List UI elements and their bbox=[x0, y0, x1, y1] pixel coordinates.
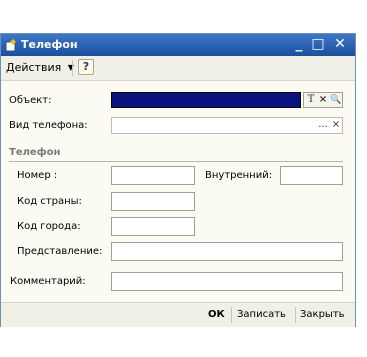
number-label: Номер : bbox=[17, 170, 58, 181]
phone-type-input[interactable]: ... × bbox=[111, 117, 343, 134]
city-code-input[interactable] bbox=[111, 217, 195, 236]
internal-input[interactable] bbox=[280, 166, 343, 185]
close-button[interactable]: Закрыть bbox=[300, 308, 345, 322]
comment-label: Комментарий: bbox=[10, 276, 86, 287]
internal-label: Внутренний: bbox=[205, 170, 273, 181]
title-bar[interactable]: Телефон _ □ ✕ bbox=[1, 34, 355, 56]
actions-menu[interactable]: Действия ▼ bbox=[6, 61, 74, 75]
object-clear-button[interactable]: × bbox=[317, 93, 329, 107]
group-phone-title: Телефон bbox=[9, 147, 61, 158]
object-search-icon[interactable]: 🔍 bbox=[330, 93, 342, 107]
form-icon bbox=[5, 39, 16, 52]
toolbar-separator bbox=[72, 60, 73, 76]
country-code-input[interactable] bbox=[111, 192, 195, 211]
actions-label: Действия bbox=[6, 61, 62, 74]
phone-dialog-window: Телефон _ □ ✕ Действия ▼ ? Объект: T × 🔍… bbox=[0, 33, 356, 327]
representation-input[interactable] bbox=[111, 242, 343, 261]
number-input[interactable] bbox=[111, 166, 195, 185]
ok-button[interactable]: ОК bbox=[208, 308, 225, 322]
object-buttons: T × 🔍 bbox=[303, 92, 343, 108]
phone-type-clear-button[interactable]: × bbox=[330, 118, 342, 133]
country-code-label: Код страны: bbox=[17, 196, 82, 207]
minimize-button[interactable]: _ bbox=[291, 36, 307, 53]
maximize-button[interactable]: □ bbox=[310, 36, 326, 53]
help-button[interactable]: ? bbox=[78, 59, 94, 75]
group-divider bbox=[9, 161, 343, 162]
window-title: Телефон bbox=[21, 38, 78, 51]
footer-separator bbox=[295, 307, 296, 323]
text-edit-button[interactable]: T bbox=[305, 93, 317, 107]
close-window-button[interactable]: ✕ bbox=[332, 36, 348, 53]
city-code-label: Код города: bbox=[17, 221, 81, 232]
object-label: Объект: bbox=[9, 95, 52, 106]
object-input[interactable] bbox=[111, 92, 301, 108]
toolbar: Действия ▼ ? bbox=[1, 56, 355, 81]
footer-separator bbox=[231, 307, 232, 323]
representation-label: Представление: bbox=[17, 246, 103, 257]
phone-type-select-button[interactable]: ... bbox=[317, 118, 329, 133]
save-button[interactable]: Записать bbox=[237, 308, 286, 322]
comment-input[interactable] bbox=[111, 272, 343, 291]
phone-type-label: Вид телефона: bbox=[9, 120, 88, 131]
dialog-footer: ОК Записать Закрыть bbox=[1, 302, 355, 327]
